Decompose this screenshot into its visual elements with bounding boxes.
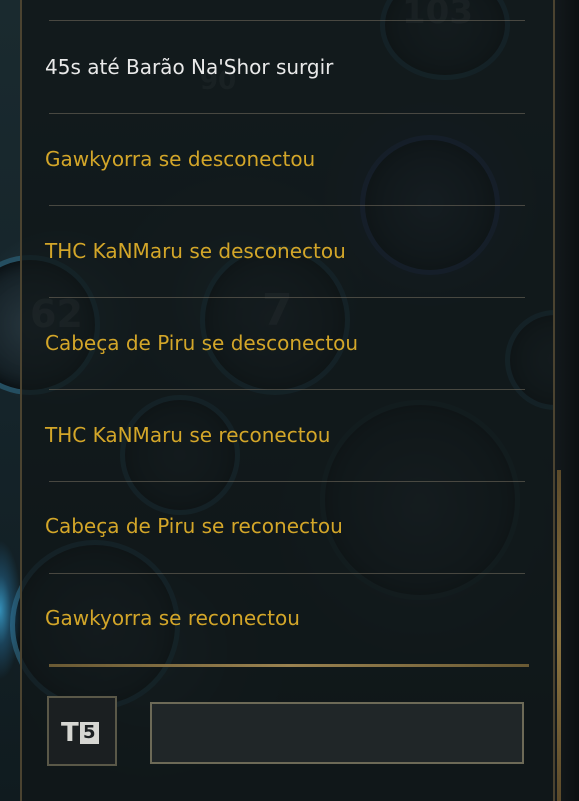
chat-panel bbox=[20, 0, 555, 801]
chat-channel-button[interactable]: T 5 bbox=[47, 696, 117, 766]
chat-message: Gawkyorra se reconectou bbox=[45, 606, 300, 630]
game-viewport: 103 90 62 7 45s até Barão Na'Shor surgir… bbox=[0, 0, 579, 801]
chat-message: Cabeça de Piru se reconectou bbox=[45, 514, 343, 538]
chat-message: THC KaNMaru se desconectou bbox=[45, 239, 346, 263]
message-divider bbox=[49, 297, 525, 298]
chat-input-separator bbox=[49, 664, 529, 667]
hud-frame-trim bbox=[557, 470, 561, 801]
message-divider bbox=[49, 113, 525, 114]
channel-letter: T bbox=[61, 718, 79, 748]
message-divider bbox=[49, 481, 525, 482]
message-divider bbox=[49, 389, 525, 390]
channel-number: 5 bbox=[79, 722, 99, 744]
message-divider bbox=[49, 205, 525, 206]
ability-glow bbox=[0, 540, 22, 680]
chat-message: Gawkyorra se desconectou bbox=[45, 147, 316, 171]
chat-message: THC KaNMaru se reconectou bbox=[45, 423, 331, 447]
message-divider bbox=[49, 573, 525, 574]
chat-message: 45s até Barão Na'Shor surgir bbox=[45, 55, 334, 79]
chat-input[interactable] bbox=[150, 702, 524, 764]
chat-message: Cabeça de Piru se desconectou bbox=[45, 331, 359, 355]
hud-frame-edge bbox=[553, 0, 579, 801]
message-divider bbox=[49, 20, 525, 21]
team-chat-channel-icon: T 5 bbox=[61, 718, 99, 748]
